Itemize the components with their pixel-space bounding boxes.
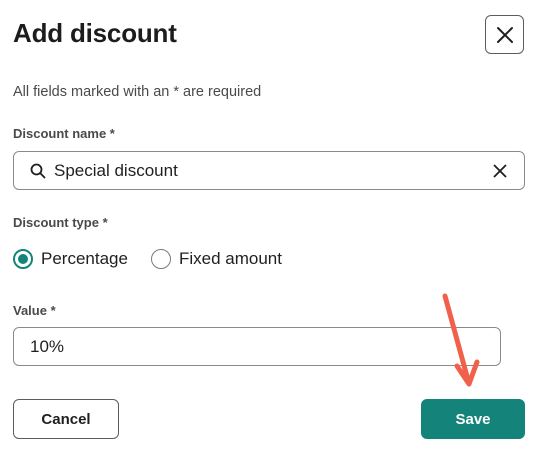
value-input[interactable]: 10% [13,327,501,366]
radio-fixed-amount-label: Fixed amount [178,249,282,268]
close-icon [496,26,513,43]
radio-percentage-circle[interactable] [13,249,33,269]
value-input-text: 10% [30,336,65,356]
value-label: Value * [13,303,56,318]
add-discount-dialog: Add discount All fields marked with an *… [0,0,536,454]
discount-type-radio-group: Percentage Fixed amount [13,247,282,271]
radio-percentage[interactable]: Percentage [13,248,128,270]
close-button[interactable] [485,15,524,54]
radio-percentage-label: Percentage [41,249,128,268]
clear-icon[interactable] [492,163,508,179]
radio-fixed-amount-circle[interactable] [150,249,171,269]
radio-selected-dot [18,254,28,264]
discount-name-label: Discount name * [13,126,115,141]
discount-name-input[interactable]: Special discount [13,151,525,190]
required-fields-note: All fields marked with an * are required [13,84,262,100]
save-button[interactable]: Save [421,399,525,439]
dialog-title: Add discount [13,18,177,48]
discount-name-value: Special discount [54,160,178,180]
discount-type-label: Discount type * [13,215,108,230]
radio-fixed-amount[interactable]: Fixed amount [150,248,282,270]
search-icon [29,162,47,180]
cancel-button[interactable]: Cancel [13,399,119,439]
